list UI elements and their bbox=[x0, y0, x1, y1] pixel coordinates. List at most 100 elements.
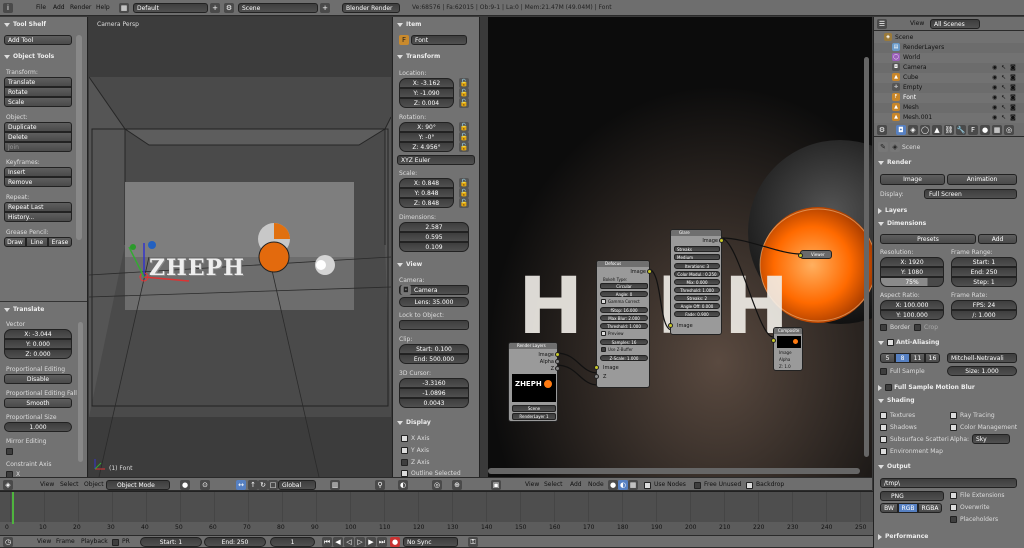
history-button[interactable]: History... bbox=[4, 212, 72, 222]
pin-icon[interactable]: ✎ bbox=[878, 142, 888, 152]
bw-button[interactable]: BW bbox=[880, 503, 898, 513]
bokeh-type-select[interactable]: Circular bbox=[600, 283, 648, 289]
snap-icon[interactable]: ⚲ bbox=[375, 480, 385, 490]
layers-panel-header[interactable]: Layers bbox=[878, 207, 907, 214]
fsmb-checkbox[interactable] bbox=[885, 384, 892, 391]
camera-render-icon[interactable]: ◙ bbox=[1010, 84, 1016, 91]
lock-icon[interactable]: 🔓 bbox=[459, 132, 469, 142]
y-axis-checkbox[interactable] bbox=[401, 447, 408, 454]
timeline-area[interactable] bbox=[0, 492, 873, 522]
eye-icon[interactable]: ◉ bbox=[992, 64, 997, 71]
camera-render-icon[interactable]: ◙ bbox=[1010, 114, 1016, 121]
lock-icon[interactable]: 🔓 bbox=[459, 78, 469, 88]
current-frame-field[interactable]: 1 bbox=[270, 537, 315, 547]
location-x-field[interactable]: X: -3.162 bbox=[399, 78, 454, 88]
streaks-field[interactable]: Streaks: 2 bbox=[674, 295, 720, 301]
object-tools-header[interactable]: Object Tools bbox=[4, 53, 54, 60]
maxblur-field[interactable]: Max Blur: 2.000 bbox=[600, 315, 648, 321]
render-engine-select[interactable]: Blender Render bbox=[342, 3, 400, 13]
timeline-end-field[interactable]: End: 250 bbox=[204, 537, 266, 547]
remove-keyframe-button[interactable]: Remove bbox=[4, 177, 72, 187]
menu-node[interactable]: Node bbox=[588, 481, 604, 488]
snap-target-icon[interactable]: ⊕ bbox=[452, 480, 462, 490]
z-axis-checkbox[interactable] bbox=[401, 459, 408, 466]
render-animation-button[interactable]: Animation bbox=[947, 174, 1017, 185]
outline-checkbox[interactable] bbox=[401, 470, 408, 477]
repeat-last-button[interactable]: Repeat Last bbox=[4, 202, 72, 212]
outliner-row[interactable]: ✛ Empty ◉ ↖ ◙ bbox=[874, 83, 1024, 93]
mirror-checkbox[interactable] bbox=[6, 448, 13, 455]
sync-select[interactable]: No Sync bbox=[403, 537, 458, 547]
lock-icon[interactable]: 🔓 bbox=[459, 122, 469, 132]
res-percent-slider[interactable]: 75% bbox=[880, 277, 944, 287]
mix-field[interactable]: Mix: 0.000 bbox=[674, 279, 720, 285]
aa-16-button[interactable]: 16 bbox=[925, 353, 940, 363]
cursor-icon[interactable]: ↖ bbox=[1001, 94, 1006, 101]
menu-playback[interactable]: Playback bbox=[81, 538, 108, 545]
frame-step-field[interactable]: Step: 1 bbox=[951, 277, 1017, 287]
camera-render-icon[interactable]: ◙ bbox=[1010, 64, 1016, 71]
frame-start-field[interactable]: Start: 1 bbox=[951, 257, 1017, 267]
threshold-field[interactable]: Threshold: 1.000 bbox=[600, 323, 648, 329]
zscale-field[interactable]: Z-Scale: 1.000 bbox=[600, 355, 648, 361]
object-tab-icon[interactable]: ▲ bbox=[932, 125, 942, 135]
glare-threshold-field[interactable]: Threshold: 1.000 bbox=[674, 287, 720, 293]
alpha-select[interactable]: Sky bbox=[972, 434, 1010, 444]
fps-field[interactable]: FPS: 24 bbox=[951, 300, 1017, 310]
backdrop-checkbox[interactable] bbox=[746, 482, 753, 489]
jump-start-icon[interactable]: ⏮ bbox=[322, 537, 332, 547]
layout-select[interactable]: Default bbox=[133, 3, 208, 13]
display-select[interactable]: Full Screen bbox=[924, 189, 1017, 199]
dimension-z-field[interactable]: 0.109 bbox=[399, 242, 469, 252]
item-header[interactable]: Item bbox=[397, 21, 421, 28]
lock-icon[interactable]: 🔓 bbox=[459, 188, 469, 198]
filter-size-field[interactable]: Size: 1.000 bbox=[947, 366, 1017, 376]
socket[interactable] bbox=[555, 352, 560, 357]
timeline[interactable]: 0 10 20 30 40 50 60 70 80 90 100 110 120 130 140 150 160… bbox=[0, 491, 873, 535]
scale-y-field[interactable]: Y: 0.848 bbox=[399, 188, 454, 198]
tool-shelf-scrollbar[interactable] bbox=[76, 35, 82, 240]
viewer-node[interactable]: Viewer bbox=[798, 250, 832, 259]
glare-quality-select[interactable]: Medium bbox=[674, 254, 720, 260]
border-checkbox[interactable] bbox=[880, 324, 887, 331]
render-icon[interactable]: ◐ bbox=[398, 480, 408, 490]
texture-tab-icon[interactable]: ▦ bbox=[992, 125, 1002, 135]
outliner-view-menu[interactable]: View bbox=[910, 20, 924, 27]
cursor-y-field[interactable]: -1.0896 bbox=[399, 388, 469, 398]
textures-checkbox[interactable] bbox=[880, 412, 887, 419]
rotate-manip-icon[interactable]: ↻ bbox=[258, 480, 268, 490]
gp-draw-button[interactable]: Draw bbox=[4, 237, 26, 247]
sss-checkbox[interactable] bbox=[880, 436, 887, 443]
vector-x-field[interactable]: X: -3.044 bbox=[4, 329, 72, 339]
render-image-button[interactable]: Image bbox=[880, 174, 945, 185]
aa-checkbox[interactable] bbox=[887, 339, 894, 346]
mode-select[interactable]: Object Mode bbox=[106, 480, 170, 490]
lock-icon[interactable]: 🔓 bbox=[459, 198, 469, 208]
gp-line-button[interactable]: Line bbox=[26, 237, 48, 247]
eye-icon[interactable]: ◉ bbox=[992, 74, 997, 81]
rotation-mode-select[interactable]: XYZ Euler bbox=[397, 155, 475, 165]
lock-icon[interactable]: 🔓 bbox=[459, 178, 469, 188]
render-tab-icon[interactable]: ◘ bbox=[896, 125, 906, 135]
play-icon[interactable]: ▷ bbox=[355, 537, 365, 547]
prop-falloff-select[interactable]: Smooth bbox=[4, 398, 72, 408]
outliner-row[interactable]: ▤ RenderLayers bbox=[874, 43, 1024, 53]
scene-icon[interactable]: ⚙ bbox=[224, 3, 234, 13]
socket[interactable] bbox=[771, 338, 776, 343]
location-z-field[interactable]: Z: 0.004 bbox=[399, 98, 454, 108]
add-layout-icon[interactable]: + bbox=[210, 3, 220, 13]
vector-z-field[interactable]: Z: 0.000 bbox=[4, 349, 72, 359]
eye-icon[interactable]: ◉ bbox=[992, 94, 997, 101]
outliner-row[interactable]: ▲ Cube ◉ ↖ ◙ bbox=[874, 73, 1024, 83]
eye-icon[interactable]: ◉ bbox=[992, 84, 997, 91]
prop-edit-select[interactable]: Disable bbox=[4, 374, 72, 384]
outliner-row[interactable]: ◈ Scene bbox=[874, 33, 1024, 43]
menu-file[interactable]: File bbox=[36, 4, 46, 11]
aspect-x-field[interactable]: X: 100.000 bbox=[880, 300, 944, 310]
rgba-button[interactable]: RGBA bbox=[918, 503, 942, 513]
output-path-field[interactable]: /tmp\ bbox=[880, 478, 1017, 488]
socket[interactable] bbox=[719, 238, 724, 243]
material-tab-icon[interactable]: ● bbox=[980, 125, 990, 135]
rotate-button[interactable]: Rotate bbox=[4, 87, 72, 97]
use-nodes-checkbox[interactable] bbox=[644, 482, 651, 489]
